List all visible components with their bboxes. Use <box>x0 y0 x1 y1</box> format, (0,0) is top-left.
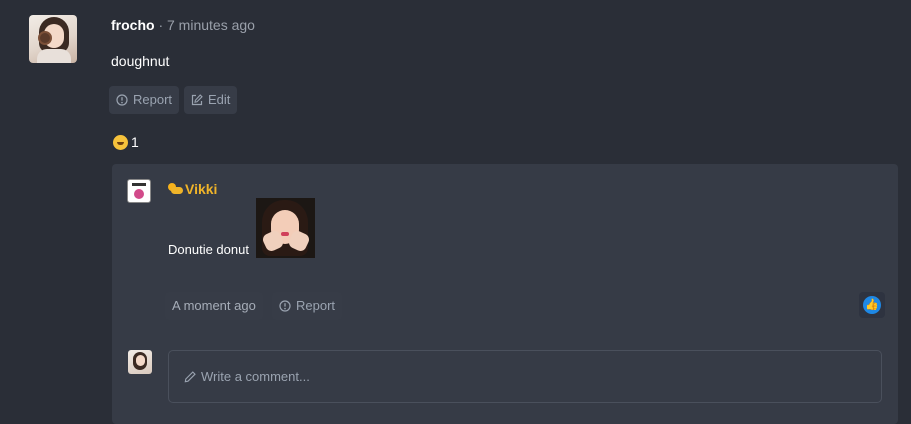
report-label: Report <box>133 92 173 107</box>
edit-button[interactable]: Edit <box>184 86 238 114</box>
laughing-emoji-icon <box>113 134 128 150</box>
reply-report-button[interactable]: Report <box>272 292 343 320</box>
comment-timestamp: · 7 minutes ago <box>154 17 255 33</box>
reply-time-label: A moment ago <box>172 298 256 313</box>
edit-icon <box>191 94 203 106</box>
reply-report-label: Report <box>296 298 336 313</box>
reply-image[interactable] <box>256 198 315 258</box>
donut-graphic <box>38 31 52 45</box>
report-button[interactable]: Report <box>109 86 180 114</box>
alert-circle-icon <box>279 300 291 312</box>
avatar-body <box>37 49 71 63</box>
composer-avatar <box>128 350 152 374</box>
comment-placeholder: Write a comment... <box>201 369 310 384</box>
thumbs-up-icon: 👍 <box>863 296 881 314</box>
avatar[interactable] <box>29 15 77 63</box>
like-button[interactable]: 👍 <box>859 292 885 318</box>
reply-author-name: Vikki <box>185 181 218 197</box>
comment-header: frocho · 7 minutes ago <box>111 17 255 33</box>
comment-input[interactable]: Write a comment... <box>168 350 882 403</box>
reply-avatar[interactable] <box>127 179 151 203</box>
pencil-icon <box>184 370 196 382</box>
reply-timestamp[interactable]: A moment ago <box>165 292 263 320</box>
avatar-donut <box>134 189 144 199</box>
reply-body: Donutie donut <box>168 242 249 257</box>
alert-circle-icon <box>116 94 128 106</box>
reply-author[interactable]: Vikki <box>168 181 217 197</box>
comment-body: doughnut <box>111 53 170 69</box>
avatar-text-bar <box>132 183 146 186</box>
reaction-chip[interactable]: 1 <box>113 134 139 150</box>
reaction-count: 1 <box>131 134 139 150</box>
sun-behind-cloud-icon <box>168 183 183 195</box>
edit-label: Edit <box>208 92 231 107</box>
author-name[interactable]: frocho <box>111 17 155 33</box>
